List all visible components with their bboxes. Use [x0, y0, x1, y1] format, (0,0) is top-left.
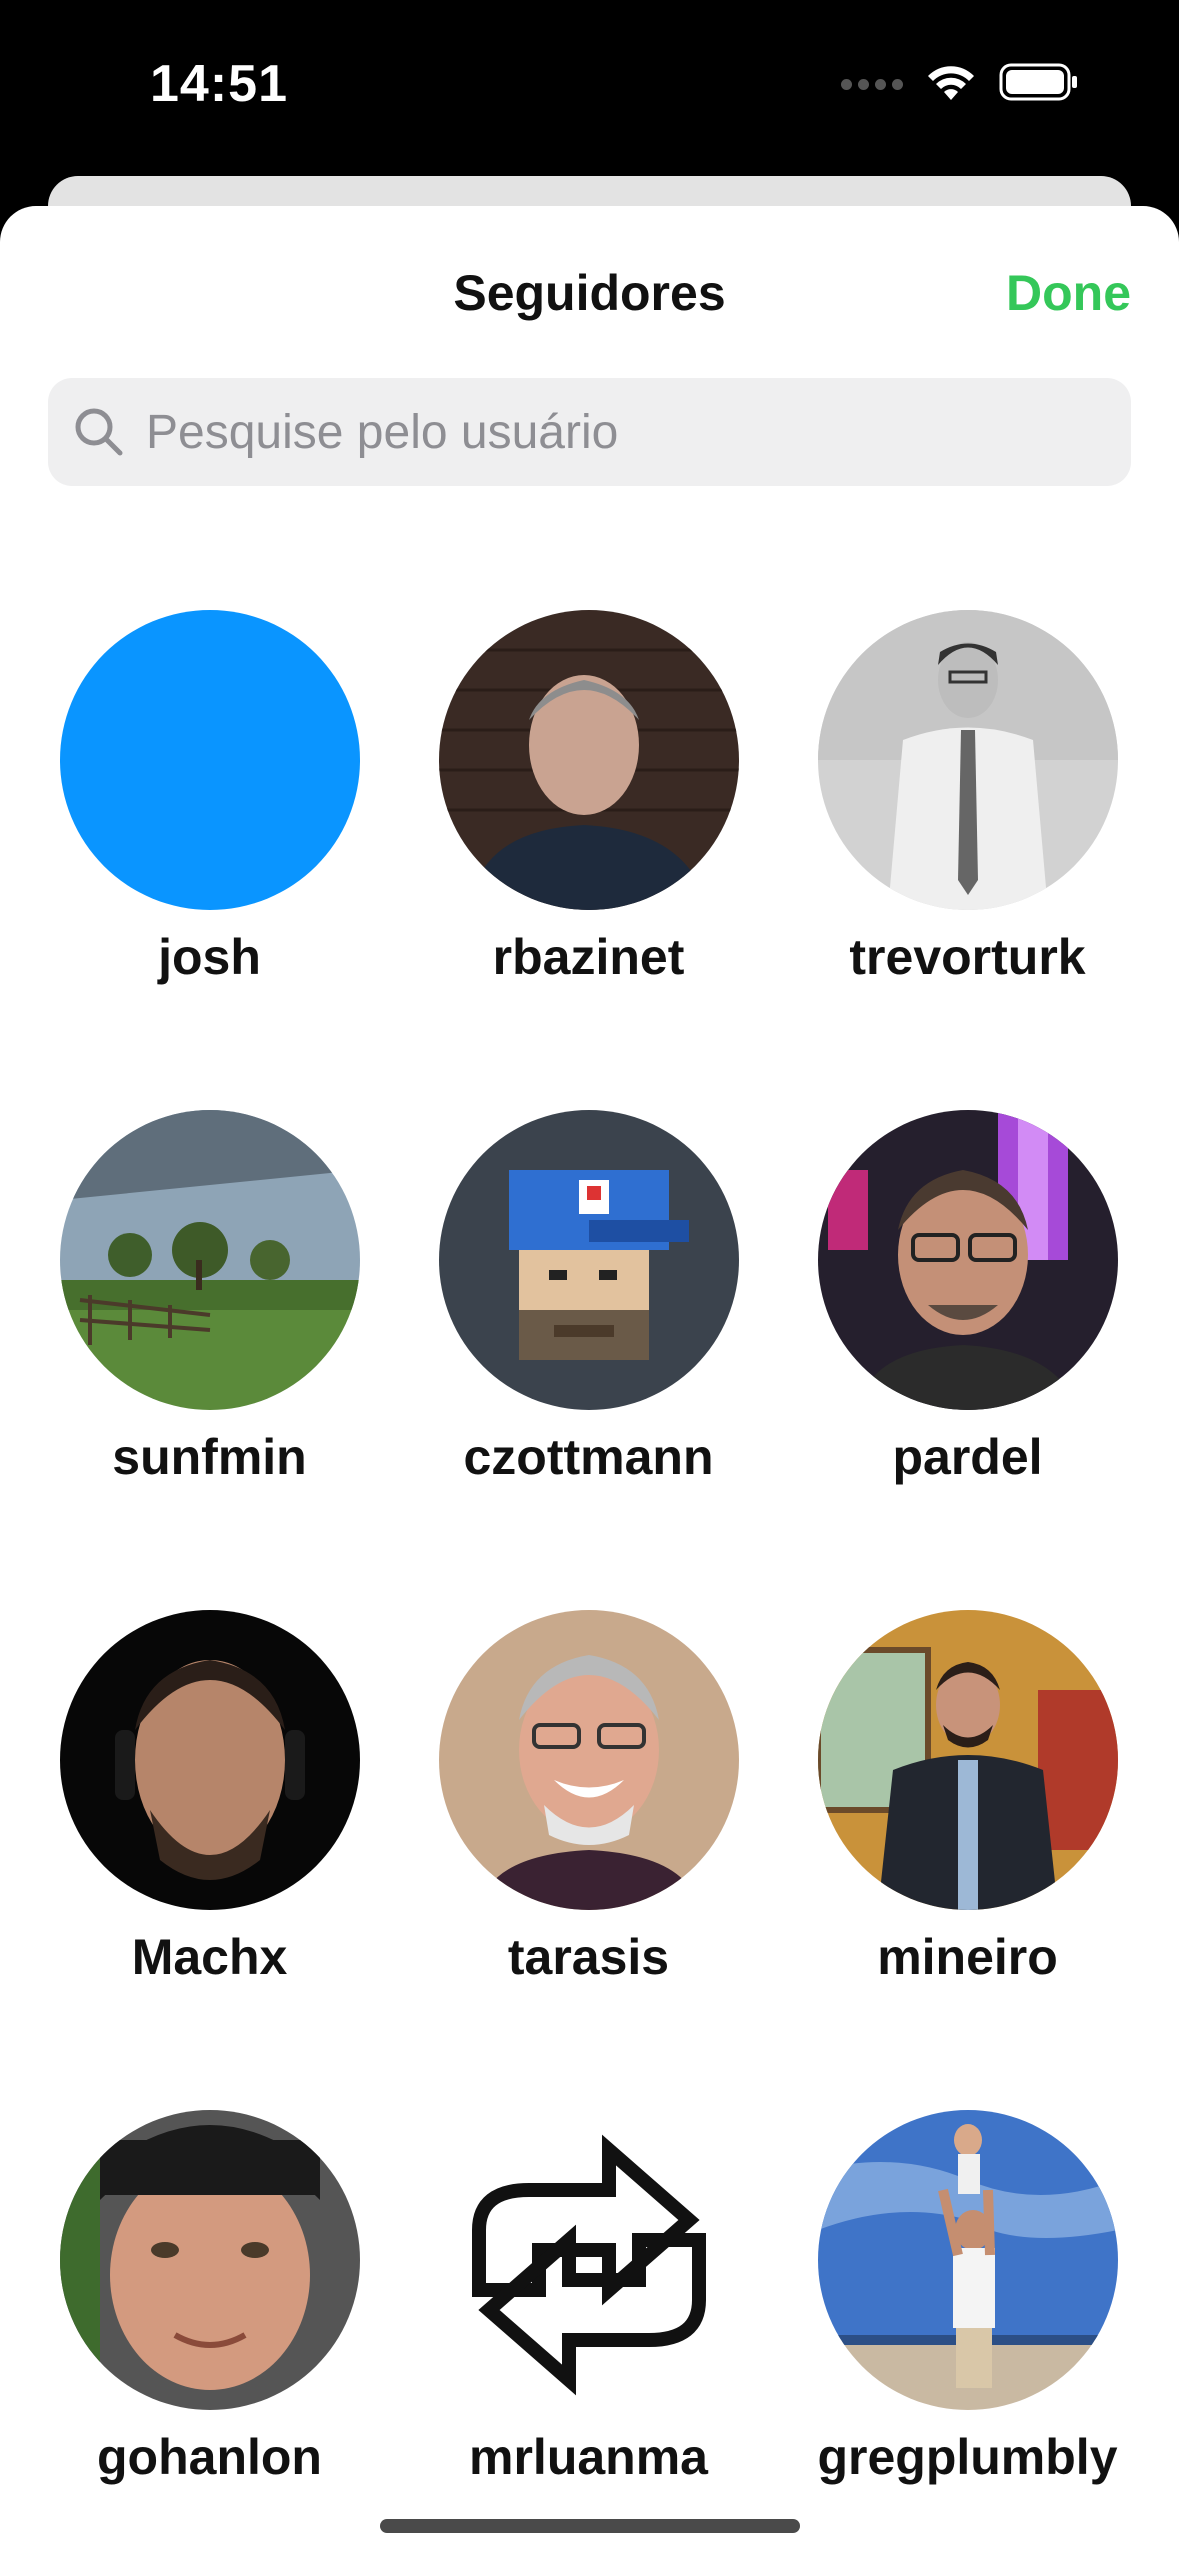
man-train-photo	[817, 1610, 1118, 1910]
follower-cell[interactable]: sunfmin	[20, 1110, 399, 1610]
follower-cell[interactable]: trevorturk	[778, 610, 1157, 1110]
sheet-title: Seguidores	[453, 265, 726, 321]
sheet-header: Seguidores Done	[0, 206, 1179, 376]
status-icons	[841, 62, 1079, 107]
follower-cell[interactable]: gregplumbly	[778, 2110, 1157, 2556]
signal-dots-icon	[841, 79, 903, 90]
follower-cell[interactable]: mineiro	[778, 1610, 1157, 2110]
follower-cell[interactable]: rbazinet	[399, 610, 778, 1110]
follower-cell[interactable]: mrluanma	[399, 2110, 778, 2556]
username: gregplumbly	[817, 2429, 1118, 2485]
username: czottmann	[463, 1429, 714, 1485]
username: rbazinet	[492, 929, 685, 985]
follower-cell[interactable]: josh	[20, 610, 399, 1110]
username: trevorturk	[849, 929, 1086, 985]
screen: 14:51 Seguidores Done Pesquise pelo usuá…	[0, 0, 1179, 2556]
followers-grid: josh rbazinet trevorturk sunfmin czottma…	[0, 610, 1179, 2556]
man-brick-wall-photo	[438, 610, 739, 910]
username: pardel	[892, 1429, 1043, 1485]
username: mrluanma	[469, 2429, 708, 2485]
search-bar[interactable]	[48, 378, 1131, 486]
man-smiling-glasses-photo	[438, 1610, 739, 1910]
follower-cell[interactable]: tarasis	[399, 1610, 778, 2110]
man-headphones-photo	[59, 1610, 360, 1910]
status-bar: 14:51	[0, 0, 1179, 175]
username: gohanlon	[97, 2429, 322, 2485]
home-indicator[interactable]	[380, 2519, 800, 2533]
follower-cell[interactable]: czottmann	[399, 1110, 778, 1610]
done-button[interactable]: Done	[1006, 264, 1131, 322]
solid-blue-avatar	[59, 610, 360, 910]
field-landscape-photo	[59, 1110, 360, 1410]
pixel-arrows-logo	[438, 2110, 739, 2410]
username: Machx	[131, 1929, 288, 1985]
status-time: 14:51	[150, 55, 288, 113]
man-tie-bw-photo	[817, 610, 1118, 910]
username: sunfmin	[112, 1429, 307, 1485]
battery-icon	[999, 62, 1079, 107]
search-input[interactable]	[144, 403, 1048, 461]
beach-child-photo	[817, 2110, 1118, 2410]
search-icon	[70, 403, 128, 461]
follower-cell[interactable]: pardel	[778, 1110, 1157, 1610]
follower-cell[interactable]: gohanlon	[20, 2110, 399, 2556]
man-beanie-photo	[59, 2110, 360, 2410]
wifi-icon	[925, 62, 977, 107]
follower-cell[interactable]: Machx	[20, 1610, 399, 2110]
username: josh	[158, 929, 261, 985]
pixel-art-cap-avatar	[438, 1110, 739, 1410]
followers-sheet: Seguidores Done josh	[0, 206, 1179, 2556]
username: mineiro	[877, 1929, 1058, 1985]
man-glasses-neon-photo	[817, 1110, 1118, 1410]
username: tarasis	[507, 1929, 670, 1985]
